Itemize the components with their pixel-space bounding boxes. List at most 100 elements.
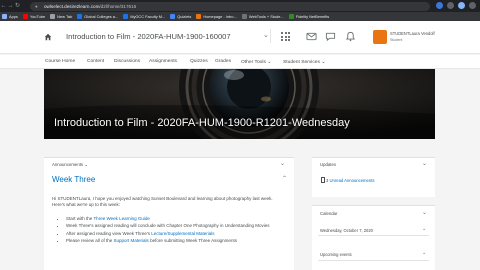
forward-icon[interactable]: →	[7, 0, 14, 12]
announcement-list: Start with the Three Week Learning Guide…	[58, 216, 280, 246]
bullet-text: Week Three's assigned reading will concl…	[66, 223, 270, 229]
bookmark-item[interactable]: MyGCC Faculty M...	[123, 14, 165, 19]
url-host: owlselect.desire2learn.com	[44, 4, 100, 9]
bookmark-favicon-icon	[22, 14, 28, 19]
bookmark-favicon-icon	[50, 14, 56, 19]
calendar-date-selector[interactable]: Wednesday, October 7, 2020 ⌄	[318, 225, 429, 236]
updates-widget: Updates ⌄ 3 Unread Announcements	[312, 157, 435, 197]
update-alerts-icon[interactable]	[345, 31, 356, 42]
course-menu: Course Home Content Discussions Assignme…	[0, 55, 480, 69]
course-navbar: Introduction to Film - 2020FA-HUM-1900-1…	[0, 21, 480, 54]
widget-header: Updates	[320, 162, 337, 167]
bookmark-item[interactable]: New Tab	[50, 14, 72, 19]
bookmark-favicon-icon	[196, 14, 202, 19]
bookmarks-bar: Apps YouTube New Tab Global Colleges a... My…	[0, 12, 480, 21]
bookmark-label: WebTools + Stude...	[248, 14, 284, 19]
address-bar[interactable]: ● owlselect.desire2learn.com/d2l/home/31…	[30, 2, 430, 11]
chevron-down-icon: ⌄	[422, 226, 427, 232]
bookmark-label: Global Colleges a...	[84, 14, 119, 19]
bullet-link[interactable]: Support Materials	[114, 238, 149, 243]
extensions-area	[436, 2, 476, 9]
bullet-text: Start with the	[66, 216, 94, 221]
course-banner: Introduction to Film - 2020FA-HUM-1900-R…	[44, 69, 435, 139]
nav-item-other-tools[interactable]: Other Tools ⌄	[241, 59, 271, 65]
course-selector-chevron-icon[interactable]: ⌄	[263, 31, 269, 39]
url-path: /d2l/home/317616	[99, 4, 137, 9]
unread-announcements-link[interactable]: 3 Unread Announcements	[326, 178, 374, 183]
chevron-down-icon: ⌄	[422, 250, 427, 256]
user-menu[interactable]: STUDENTLaura Vendolf Student	[373, 30, 463, 46]
bullet-link[interactable]: Three Week Learning Guide	[93, 216, 149, 221]
subscription-alerts-icon[interactable]	[325, 31, 336, 42]
bullet-link[interactable]: Lecture/Supplemental Materials	[151, 231, 214, 236]
collapse-chevron-icon[interactable]: ⌄	[280, 160, 285, 167]
avatar	[373, 30, 387, 44]
bookmark-favicon-icon	[77, 14, 83, 19]
nav-item-discussions[interactable]: Discussions	[114, 59, 140, 64]
bullet-text: After assigned reading view Week Three's	[66, 230, 152, 236]
bookmark-label: MyGCC Faculty M...	[130, 14, 166, 19]
divider	[270, 29, 271, 43]
bookmark-favicon-icon	[241, 14, 247, 19]
announcement-title[interactable]: Week Three	[52, 175, 95, 184]
bookmark-favicon-icon	[170, 14, 176, 19]
bookmark-favicon-icon	[288, 14, 294, 19]
bookmark-label: Quizlets	[177, 14, 192, 19]
bookmark-label: YouTube	[29, 14, 46, 19]
course-selector-grid-icon[interactable]	[281, 32, 290, 41]
nav-item-grades[interactable]: Grades	[215, 59, 231, 64]
upcoming-events-label: Upcoming events	[320, 252, 352, 257]
document-icon	[321, 177, 325, 183]
calendar-widget: Calendar ⌄ Wednesday, October 7, 2020 ⌄ …	[312, 205, 435, 270]
nav-item-quizzes[interactable]: Quizzes	[190, 59, 208, 64]
nav-item-content[interactable]: Content	[87, 59, 104, 64]
bullet-text: before submitting Week Three Assignments	[148, 238, 237, 244]
course-title[interactable]: Introduction to Film - 2020FA-HUM-1900-1…	[66, 32, 231, 41]
list-item: Start with the Three Week Learning Guide	[66, 216, 280, 222]
collapse-chevron-icon[interactable]: ⌄	[422, 160, 427, 167]
bookmark-item[interactable]: YouTube	[22, 14, 46, 19]
bookmark-favicon-icon	[123, 14, 129, 19]
home-icon[interactable]	[44, 33, 52, 41]
unread-label: Unread Announcements	[329, 178, 375, 183]
nav-item-student-services[interactable]: Student Services ⌄	[283, 59, 325, 65]
user-name: STUDENTLaura Vendolf	[390, 31, 435, 36]
bookmark-label: Fidelity NetBenefits	[295, 14, 330, 19]
list-item: Week Three's assigned reading will concl…	[66, 223, 280, 229]
extension-icon[interactable]	[436, 2, 443, 9]
profile-avatar-icon[interactable]	[458, 2, 465, 9]
browser-toolbar: ← → ↻ ● owlselect.desire2learn.com/d2l/h…	[0, 0, 480, 12]
bookmark-item[interactable]: WebTools + Stude...	[241, 14, 284, 19]
bookmark-item[interactable]: Fidelity NetBenefits	[288, 14, 330, 19]
collapse-chevron-icon[interactable]: ⌃	[282, 175, 287, 182]
nav-item-course-home[interactable]: Course Home	[45, 59, 75, 64]
banner-title: Introduction to Film - 2020FA-HUM-1900-R…	[54, 117, 350, 129]
bookmark-item[interactable]: Apps	[2, 14, 18, 19]
widget-header: Calendar	[320, 211, 338, 216]
calendar-date: Wednesday, October 7, 2020	[320, 228, 373, 233]
bookmark-item[interactable]: Quizlets	[170, 14, 191, 19]
bullet-text: Please review all of the	[66, 238, 114, 244]
extension-icon[interactable]	[447, 2, 454, 9]
lock-icon: ●	[35, 4, 38, 9]
list-item: Please review all of the Support Materia…	[66, 238, 280, 244]
announcement-intro: Hi STUDENTLaura, I hope you enjoyed watc…	[52, 196, 273, 208]
browser-menu-icon[interactable]	[469, 2, 476, 9]
nav-item-assignments[interactable]: Assignments	[149, 59, 177, 64]
announcements-widget: Announcements ⌄ ⌄ Week Three ⌃ Hi STUDEN…	[44, 157, 294, 270]
bookmark-label: Apps	[9, 14, 18, 19]
browser-window: { "browser": { "url_host": "owlselect.de…	[0, 0, 480, 270]
user-role: Student	[390, 38, 403, 42]
message-alerts-icon[interactable]	[306, 31, 317, 42]
collapse-chevron-icon[interactable]: ⌄	[422, 209, 427, 216]
list-item: After assigned reading view Week Three's…	[66, 231, 280, 237]
bookmark-item[interactable]: Global Colleges a...	[77, 14, 118, 19]
reload-icon[interactable]: ↻	[14, 0, 21, 12]
upcoming-events-selector[interactable]: Upcoming events ⌄	[318, 249, 429, 261]
bookmark-favicon-icon	[2, 14, 7, 19]
back-icon[interactable]: ←	[0, 0, 7, 12]
unread-count: 3	[326, 178, 329, 183]
bookmark-label: Homepage - Intro...	[203, 14, 237, 19]
bookmark-item[interactable]: Homepage - Intro...	[196, 14, 237, 19]
widget-header[interactable]: Announcements ⌄	[52, 162, 88, 168]
